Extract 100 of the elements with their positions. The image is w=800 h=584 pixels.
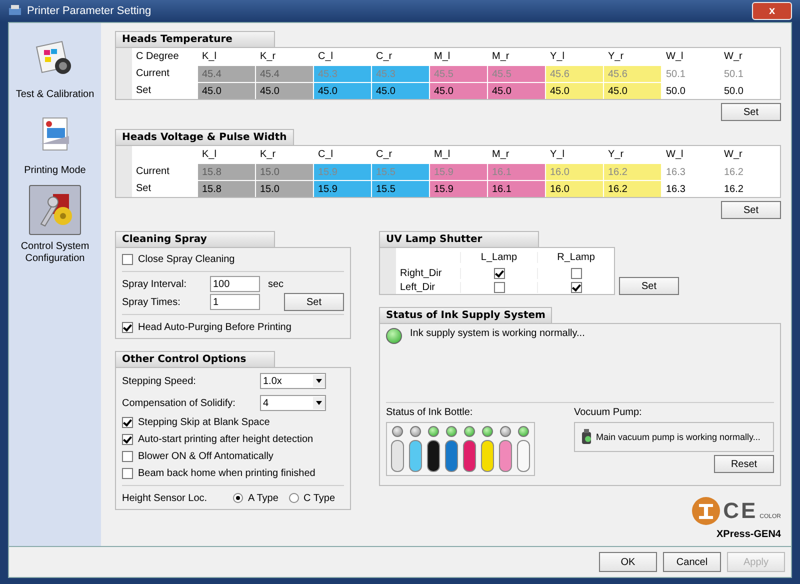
logo-icon: [691, 496, 722, 526]
sidebar-label: Printing Mode: [23, 165, 87, 177]
pump-icon: [581, 429, 593, 445]
radio-label: C Type: [304, 492, 335, 504]
radio-label: A Type: [248, 492, 278, 504]
radio-button[interactable]: [233, 493, 243, 503]
checkbox[interactable]: [122, 322, 133, 332]
column-header: R_Lamp: [537, 252, 614, 262]
column-header: L_Lamp: [460, 252, 537, 262]
input-field[interactable]: 1: [210, 294, 260, 310]
table-cell: 15.9: [314, 180, 372, 197]
section-label: Vocuum Pump:: [574, 407, 643, 418]
unit-label: sec: [268, 278, 284, 290]
section-title: Heads Temperature: [115, 31, 275, 47]
table-cell: 45.5: [488, 65, 546, 82]
checkbox[interactable]: [122, 451, 133, 462]
checkbox[interactable]: [122, 434, 133, 445]
section-label: Status of Ink Bottle:: [386, 407, 474, 418]
table-cell: 45.3: [372, 65, 430, 82]
table-cell: 16.2: [604, 163, 662, 180]
status-message: Main vacuum pump is working normally...: [596, 432, 760, 442]
model-name: XPress-GEN4: [716, 529, 781, 540]
field-label: Height Sensor Loc.: [122, 492, 208, 504]
checkbox[interactable]: [494, 282, 504, 292]
checkbox[interactable]: [494, 268, 504, 278]
set-button[interactable]: Set: [721, 103, 781, 121]
field-label: Spray Interval:: [122, 278, 188, 290]
table-cell: 45.0: [198, 82, 256, 99]
status-message: Ink supply system is working normally...: [410, 328, 585, 341]
table-cell: 16.0: [546, 180, 604, 197]
caret-icon: [313, 397, 325, 409]
sidebar-label: Test & Calibration: [14, 89, 96, 101]
checkbox-label: Beam back home when printing finished: [138, 468, 316, 479]
sidebar-label: Control System Configuration: [20, 241, 90, 265]
table-cell: 15.5: [372, 180, 430, 197]
row-header: Current: [135, 68, 170, 79]
table-cell: 16.1: [488, 163, 546, 180]
table-cell: 45.0: [430, 82, 488, 99]
table-cell: 45.0: [488, 82, 546, 99]
checkbox[interactable]: [122, 417, 133, 428]
table-cell: 45.0: [546, 82, 604, 99]
table-cell: 45.0: [314, 82, 372, 99]
table-cell: 15.9: [314, 163, 372, 180]
logo-text: CE: [723, 498, 758, 524]
row-header: Set: [135, 183, 152, 194]
table-cell: 15.9: [430, 163, 488, 180]
checkbox-label: Head Auto-Purging Before Printing: [138, 322, 292, 332]
checkbox-label: Stepping Skip at Blank Space: [138, 417, 270, 428]
field-label: Spray Times:: [122, 296, 182, 308]
table-cell: 15.9: [430, 180, 488, 197]
checkbox[interactable]: [570, 268, 582, 278]
checkbox-label: Auto-start printing after height detection: [138, 434, 314, 445]
dialog-button[interactable]: Cancel: [663, 552, 721, 572]
section-title: Cleaning Spray: [115, 231, 275, 247]
set-button[interactable]: Set: [619, 277, 679, 295]
printer-icon: [8, 4, 22, 18]
dropdown[interactable]: 1.0x: [260, 373, 326, 389]
table-cell: 45.4: [256, 65, 314, 82]
table-cell: 15.0: [256, 180, 314, 197]
dropdown[interactable]: 4: [260, 395, 326, 411]
checkbox[interactable]: [122, 254, 133, 264]
table-cell: 45.0: [256, 82, 314, 99]
table-cell: 16.2: [604, 180, 662, 197]
set-button[interactable]: Set: [284, 293, 344, 311]
section-title: Heads Voltage & Pulse Width: [115, 129, 294, 145]
table-cell: 45.6: [604, 65, 662, 82]
table-cell: 15.8: [198, 163, 256, 180]
row-header: Current: [135, 166, 170, 177]
caret-icon: [313, 375, 325, 387]
table-cell: 16.1: [488, 180, 546, 197]
table-cell: 15.0: [256, 163, 314, 180]
section-title: UV Lamp Shutter: [379, 231, 539, 247]
dialog-button[interactable]: OK: [599, 552, 657, 572]
window-title: Printer Parameter Setting: [27, 5, 152, 17]
radio-button[interactable]: [288, 493, 298, 503]
table-cell: 16.0: [546, 163, 604, 180]
table-cell: 45.5: [430, 65, 488, 82]
table-cell: 15.8: [198, 180, 256, 197]
section-title: Status of Ink Supply System: [379, 307, 552, 323]
table-cell: 45.4: [198, 65, 256, 82]
row-header: Left_Dir: [399, 282, 436, 292]
table-cell: 45.0: [372, 82, 430, 99]
set-button[interactable]: Set: [721, 201, 781, 219]
field-label: Stepping Speed:: [122, 376, 197, 386]
checkbox[interactable]: [122, 468, 133, 479]
table-cell: 15.5: [372, 163, 430, 180]
close-button[interactable]: x: [752, 2, 792, 20]
checkbox-label: Blower ON & Off Antomatically: [138, 451, 274, 462]
section-title: Other Control Options: [115, 351, 275, 367]
field-label: Compensation of Solidify:: [122, 398, 236, 408]
table-cell: 45.0: [604, 82, 662, 99]
checkbox-label: Close Spray Cleaning: [138, 254, 235, 264]
row-header: Right_Dir: [399, 268, 443, 278]
checkbox[interactable]: [570, 282, 582, 292]
table-cell: 45.3: [314, 65, 372, 82]
column-header: C Degree: [135, 51, 180, 62]
input-field[interactable]: 100: [210, 276, 260, 292]
table-cell: 45.6: [546, 65, 604, 82]
row-header: Set: [135, 85, 152, 96]
reset-button[interactable]: Reset: [714, 455, 774, 473]
